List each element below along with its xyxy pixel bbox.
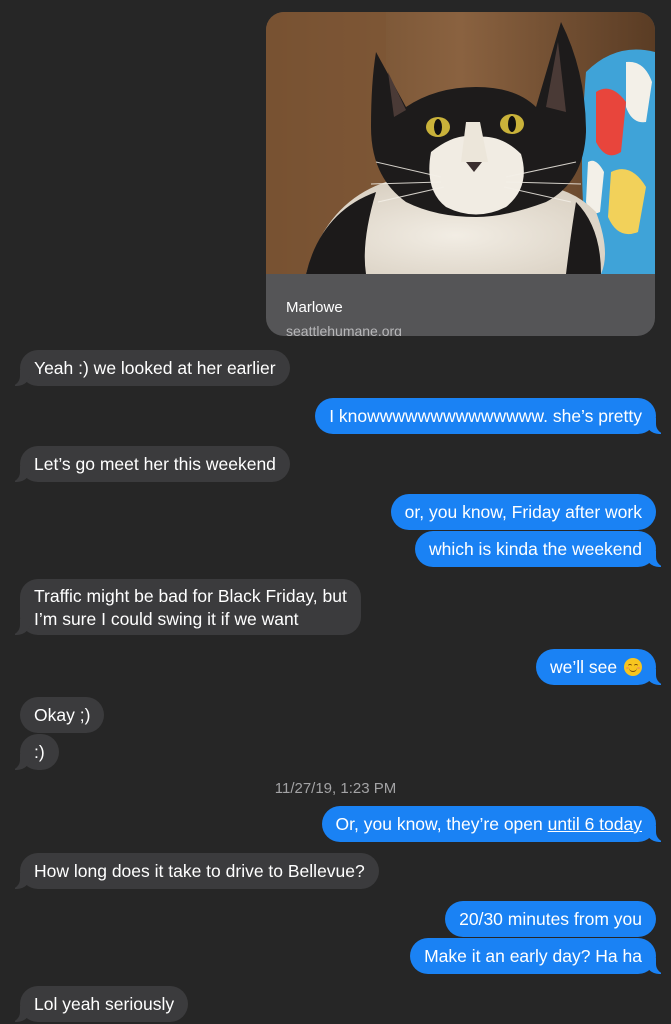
outgoing-message[interactable]: I knowwwwwwwwwwwwww. she’s pretty bbox=[315, 398, 666, 434]
message-text-line: I’m sure I could swing it if we want bbox=[34, 609, 299, 629]
incoming-message[interactable]: Okay ;) bbox=[20, 697, 105, 733]
message-text: :) bbox=[34, 742, 45, 762]
smiling-face-emoji-icon bbox=[624, 658, 642, 676]
message-text: Let’s go meet her this weekend bbox=[34, 454, 276, 474]
message-text: Okay ;) bbox=[34, 705, 91, 725]
message-text: Make it an early day? Ha ha bbox=[424, 946, 642, 966]
message-text: Yeah :) we looked at her earlier bbox=[34, 358, 276, 378]
message-text: or, you know, Friday after work bbox=[404, 502, 642, 522]
message-timestamp: 11/27/19, 1:23 PM bbox=[274, 780, 397, 797]
link-domain: seattlehumane.org bbox=[286, 323, 402, 336]
incoming-message[interactable]: Let’s go meet her this weekend bbox=[10, 446, 290, 482]
outgoing-message[interactable]: which is kinda the weekend bbox=[414, 531, 667, 567]
message-text: Or, you know, they’re open bbox=[335, 814, 548, 834]
message-thread: Marlowe seattlehumane.org Yeah :) we loo… bbox=[0, 0, 671, 1024]
incoming-message[interactable]: Yeah :) we looked at her earlier bbox=[10, 350, 290, 386]
link-title: Marlowe bbox=[286, 299, 343, 316]
outgoing-message[interactable]: we’ll see bbox=[536, 649, 666, 685]
detected-time-link[interactable]: until 6 today bbox=[548, 814, 642, 834]
message-text: How long does it take to drive to Bellev… bbox=[34, 861, 365, 881]
incoming-message[interactable]: Lol yeah seriously bbox=[9, 986, 189, 1022]
message-text: we’ll see bbox=[550, 657, 618, 677]
message-text: which is kinda the weekend bbox=[428, 539, 642, 559]
message-text: 20/30 minutes from you bbox=[459, 909, 642, 929]
outgoing-message[interactable]: or, you know, Friday after work bbox=[390, 494, 656, 530]
outgoing-message[interactable]: Make it an early day? Ha ha bbox=[410, 938, 666, 974]
incoming-message[interactable]: Traffic might be bad for Black Friday, b… bbox=[10, 579, 361, 635]
message-text-line: Traffic might be bad for Black Friday, b… bbox=[34, 586, 347, 606]
outgoing-message[interactable]: 20/30 minutes from you bbox=[445, 901, 656, 937]
incoming-message[interactable]: :) bbox=[10, 734, 59, 770]
message-text: Lol yeah seriously bbox=[34, 994, 175, 1014]
cat-photo bbox=[266, 12, 655, 274]
incoming-message[interactable]: How long does it take to drive to Bellev… bbox=[10, 853, 379, 889]
message-text: I knowwwwwwwwwwwwww. she’s pretty bbox=[329, 406, 642, 426]
link-preview-card[interactable]: Marlowe seattlehumane.org bbox=[266, 12, 655, 336]
outgoing-message[interactable]: Or, you know, they’re open until 6 today bbox=[321, 806, 667, 842]
